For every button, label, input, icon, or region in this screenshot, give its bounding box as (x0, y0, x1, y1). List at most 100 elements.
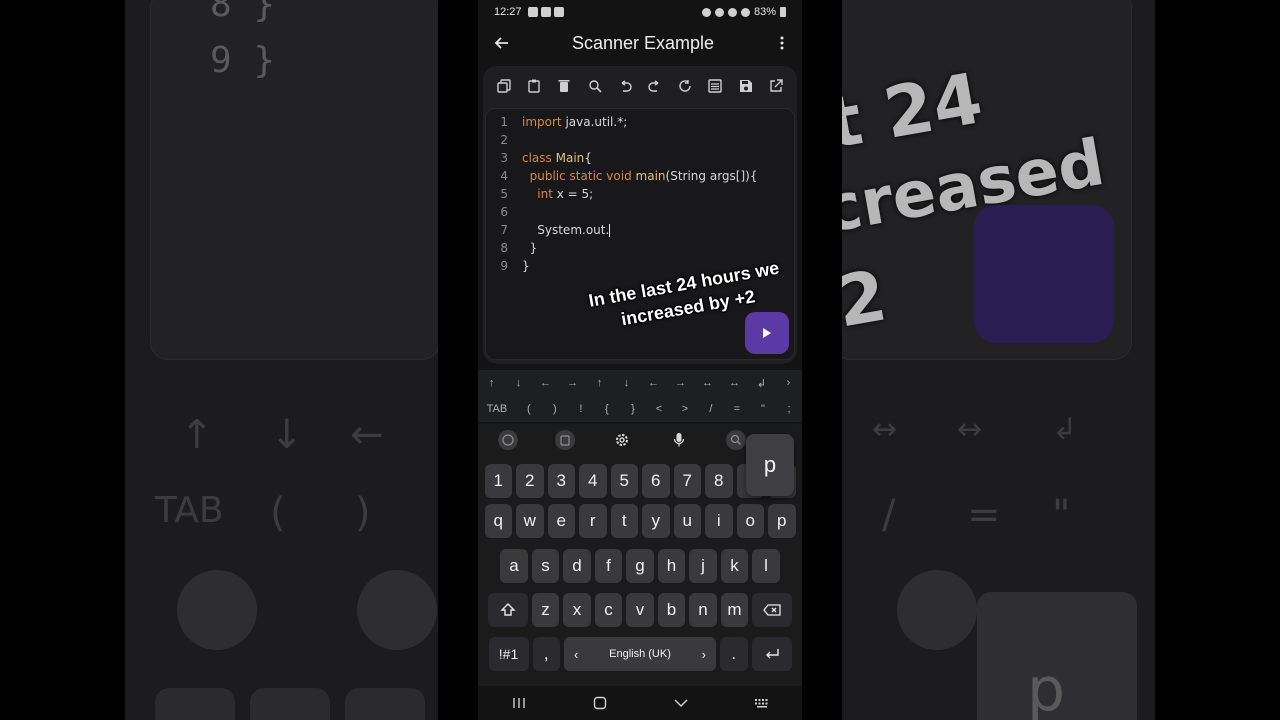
key-e[interactable]: e (547, 504, 575, 538)
key-z[interactable]: z (531, 593, 560, 627)
key-b[interactable]: b (657, 593, 686, 627)
home-button[interactable] (585, 693, 615, 713)
recent-apps-button[interactable] (504, 693, 534, 713)
key-o[interactable]: o (736, 504, 764, 538)
symbol-key[interactable]: < (646, 403, 672, 415)
symbol-key[interactable]: ← (640, 377, 667, 389)
symbol-key[interactable]: ) (542, 403, 568, 415)
symbol-key[interactable]: > (672, 403, 698, 415)
alarm-icon (714, 7, 724, 17)
symbol-key[interactable]: ( (516, 403, 542, 415)
symbol-key[interactable]: ↔ (721, 377, 748, 389)
tab-key[interactable]: TAB (478, 403, 516, 415)
key-j[interactable]: j (689, 549, 717, 583)
key-n[interactable]: n (689, 593, 717, 627)
symbol-key[interactable]: ↲ (748, 377, 775, 390)
key-c[interactable]: c (594, 593, 623, 627)
keyword-token: public static void (522, 169, 632, 183)
more-options-button[interactable] (774, 32, 790, 54)
back-button[interactable] (490, 32, 512, 54)
symbol-key[interactable]: ← (532, 377, 559, 389)
undo-button[interactable] (613, 74, 637, 98)
key-k[interactable]: k (720, 549, 749, 583)
key-i[interactable]: i (705, 504, 733, 538)
symbol-key[interactable]: › (775, 377, 802, 389)
run-button[interactable] (745, 312, 789, 354)
symbol-key[interactable]: → (559, 377, 586, 389)
keyboard-row-zxcv: zxcvbnm (478, 593, 802, 627)
emoji-button[interactable] (494, 429, 522, 451)
key-m[interactable]: m (720, 593, 749, 627)
code-line[interactable]: 1 import java.util.*; (486, 113, 794, 131)
backspace-key[interactable] (752, 593, 793, 627)
key-s[interactable]: s (531, 549, 560, 583)
emoji-icon (498, 430, 518, 450)
key-f[interactable]: f (594, 549, 623, 583)
code-line[interactable]: 2 (486, 131, 794, 149)
redo-button[interactable] (643, 74, 667, 98)
key-v[interactable]: v (626, 593, 654, 627)
hide-keyboard-button[interactable] (666, 693, 696, 713)
symbol-key[interactable]: ↔ (694, 377, 721, 389)
delete-button[interactable] (552, 74, 576, 98)
symbol-key[interactable]: ; (776, 403, 802, 415)
key-p[interactable]: p (768, 504, 796, 538)
copy-button[interactable] (492, 74, 516, 98)
key-8[interactable]: 8 (705, 464, 733, 498)
key-h[interactable]: h (657, 549, 686, 583)
find-replace-button[interactable] (583, 74, 607, 98)
symbol-key[interactable]: ↓ (505, 377, 532, 389)
symbol-key[interactable]: ↓ (613, 377, 640, 389)
symbol-key[interactable]: ! (568, 403, 594, 415)
key-6[interactable]: 6 (642, 464, 670, 498)
key-w[interactable]: w (516, 504, 544, 538)
line-number: 1 (500, 115, 508, 129)
key-1[interactable]: 1 (484, 464, 512, 498)
symbol-key[interactable]: ↑ (586, 377, 613, 389)
key-d[interactable]: d (563, 549, 591, 583)
comma-key[interactable]: , (532, 637, 560, 671)
code-line[interactable]: 8 } (486, 239, 794, 257)
symbol-key[interactable]: " (750, 403, 776, 415)
keyboard-switch-button[interactable] (747, 693, 777, 713)
key-r[interactable]: r (579, 504, 607, 538)
key-2[interactable]: 2 (516, 464, 544, 498)
symbol-key[interactable]: = (724, 403, 750, 415)
format-button[interactable] (703, 74, 727, 98)
symbol-key[interactable]: { (594, 403, 620, 415)
clipboard-button[interactable] (551, 429, 579, 451)
paste-button[interactable] (522, 74, 546, 98)
open-external-button[interactable] (764, 74, 788, 98)
symbol-key[interactable]: / (698, 403, 724, 415)
key-4[interactable]: 4 (579, 464, 607, 498)
space-key[interactable]: ‹ English (UK) › (564, 637, 716, 671)
key-a[interactable]: a (500, 549, 528, 583)
key-7[interactable]: 7 (673, 464, 701, 498)
key-u[interactable]: u (673, 504, 701, 538)
mic-button[interactable] (665, 429, 693, 451)
key-g[interactable]: g (626, 549, 654, 583)
code-line[interactable]: 5 int x = 5; (486, 185, 794, 203)
code-line[interactable]: 3 class Main{ (486, 149, 794, 167)
code-line[interactable]: 6 (486, 203, 794, 221)
refresh-button[interactable] (673, 74, 697, 98)
key-5[interactable]: 5 (610, 464, 638, 498)
key-l[interactable]: l (752, 549, 780, 583)
settings-button[interactable] (608, 429, 636, 451)
key-q[interactable]: q (484, 504, 512, 538)
symbol-key[interactable]: } (620, 403, 646, 415)
key-y[interactable]: y (642, 504, 670, 538)
symbols-key[interactable]: !#1 (488, 637, 529, 671)
period-key[interactable]: . (720, 637, 748, 671)
symbol-key[interactable]: → (667, 377, 694, 389)
key-t[interactable]: t (610, 504, 638, 538)
key-3[interactable]: 3 (547, 464, 575, 498)
symbol-key[interactable]: ↑ (478, 377, 505, 389)
backspace-icon (763, 604, 781, 616)
code-line[interactable]: 7 System.out. (486, 221, 794, 239)
save-button[interactable] (734, 74, 758, 98)
code-line[interactable]: 4 public static void main(String args[])… (486, 167, 794, 185)
shift-key[interactable] (487, 593, 528, 627)
key-x[interactable]: x (563, 593, 591, 627)
enter-key[interactable] (751, 637, 792, 671)
